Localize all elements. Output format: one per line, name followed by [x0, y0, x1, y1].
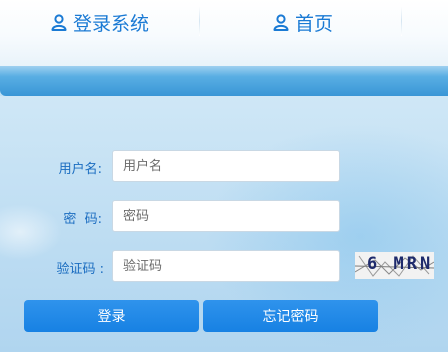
username-label: 用户名:: [58, 162, 102, 177]
user-icon: [273, 14, 289, 31]
username-input[interactable]: [112, 150, 340, 182]
nav-login-label: 登录系统: [73, 12, 150, 35]
nav-login-system[interactable]: 登录系统: [50, 8, 149, 36]
password-label: 密 码:: [63, 212, 102, 227]
captcha-input[interactable]: [112, 250, 340, 282]
captcha-text: 6 MRN: [367, 254, 434, 274]
nav-home-label: 首页: [295, 12, 334, 35]
nav-home[interactable]: 首页: [272, 8, 333, 36]
header-band: [0, 66, 448, 96]
user-icon: [51, 14, 67, 31]
login-button[interactable]: 登录: [24, 300, 199, 332]
top-navigation-bar: 登录系统 首页: [0, 0, 448, 66]
nav-divider: [401, 6, 402, 36]
password-input[interactable]: [112, 200, 340, 232]
forgot-password-button[interactable]: 忘记密码: [203, 300, 378, 332]
nav-divider: [199, 6, 200, 36]
captcha-label: 验证码 :: [56, 262, 104, 277]
captcha-image[interactable]: 6 MRN: [355, 252, 434, 279]
